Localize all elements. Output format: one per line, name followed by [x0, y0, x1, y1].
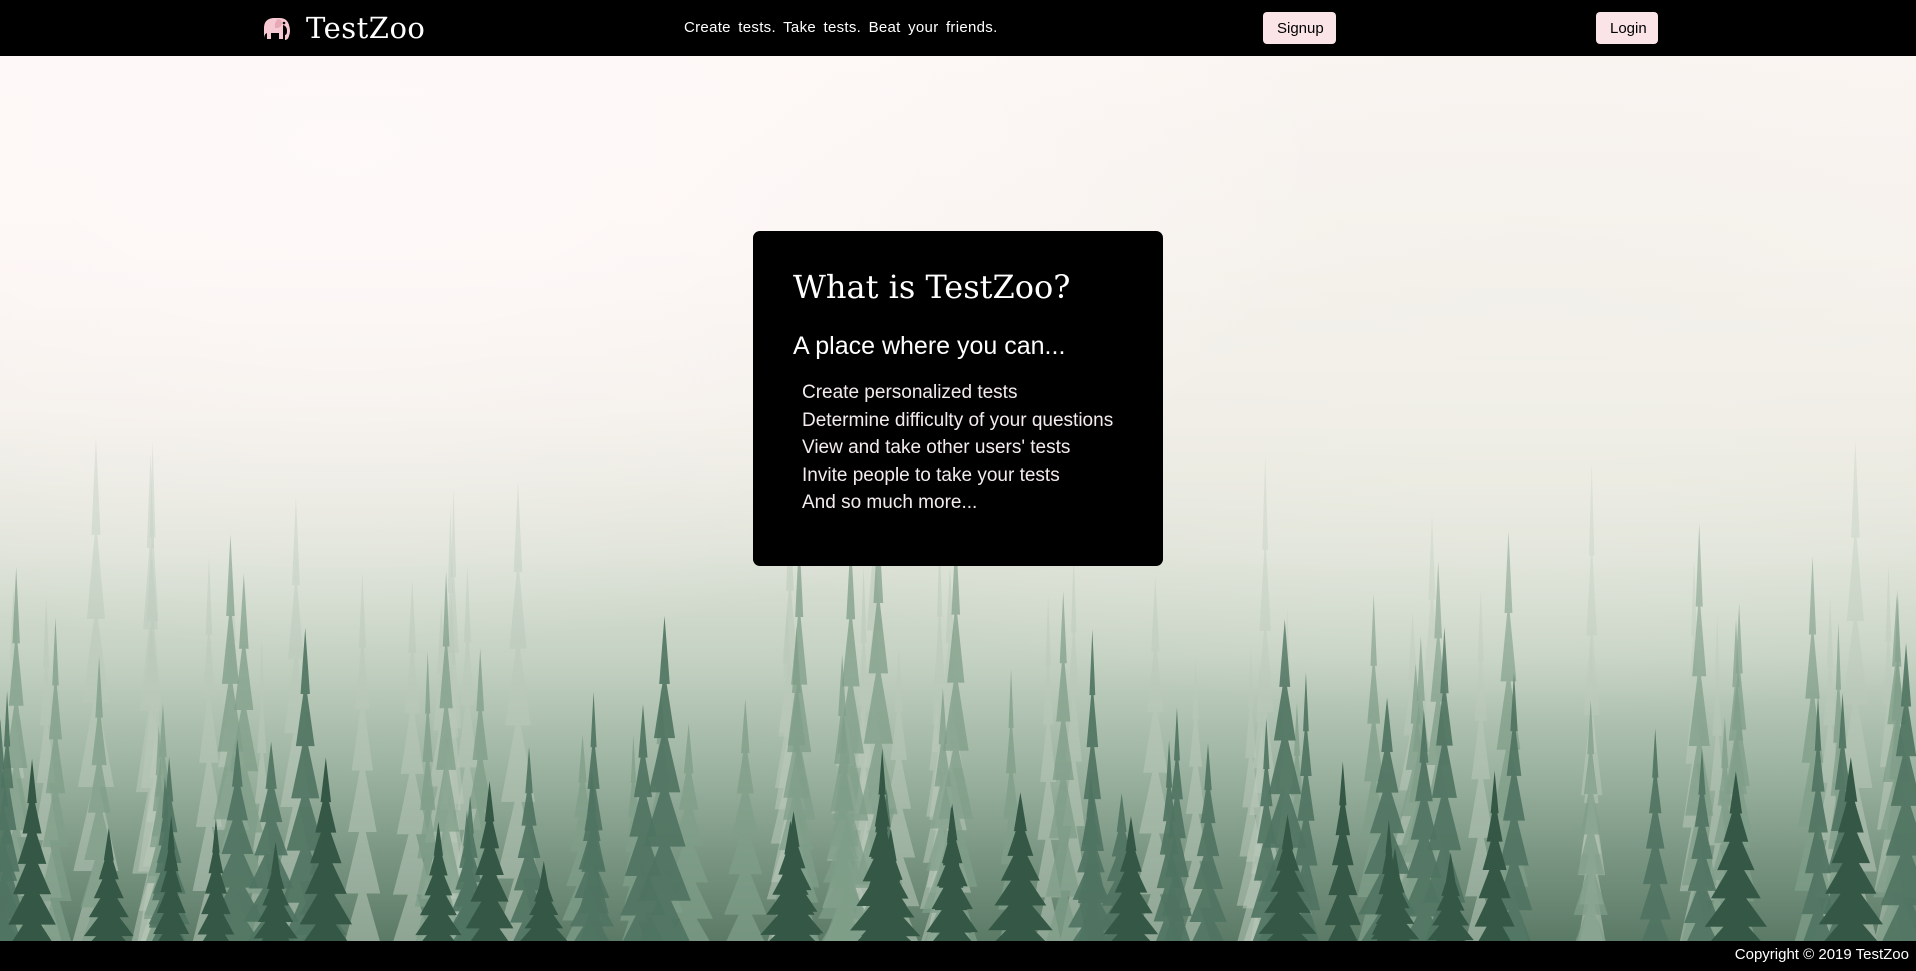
- pine-tree-decoration: [1324, 761, 1361, 941]
- card-subtitle: A place where you can...: [793, 332, 1066, 360]
- feature-list: Create personalized tests Determine diff…: [802, 379, 1123, 517]
- card-title: What is TestZoo?: [793, 268, 1071, 306]
- pine-tree-decoration: [1573, 699, 1608, 941]
- elephant-icon: [264, 18, 290, 40]
- pine-tree-decoration: [763, 811, 824, 941]
- brand-name: TestZoo: [306, 11, 426, 45]
- signup-button[interactable]: Signup: [1263, 12, 1336, 44]
- footer: Copyright © 2019 TestZoo: [0, 941, 1916, 971]
- feature-item: Determine difficulty of your questions: [802, 409, 1114, 431]
- pine-tree-decoration: [724, 698, 767, 941]
- copyright-text: Copyright © 2019 TestZoo: [1734, 946, 1909, 963]
- pine-tree-decoration: [1639, 728, 1671, 941]
- pine-tree-decoration: [344, 571, 381, 941]
- brand-home-link[interactable]: TestZoo: [258, 6, 425, 50]
- feature-item: Invite people to take your tests: [802, 464, 1060, 486]
- feature-item: And so much more...: [802, 492, 978, 513]
- pine-tree-decoration: [1077, 629, 1107, 941]
- top-navbar: TestZoo Create tests. Take tests. Beat y…: [0, 0, 1916, 56]
- tagline: Create tests. Take tests. Beat your frie…: [684, 19, 998, 36]
- about-card: What is TestZoo? A place where you can..…: [753, 231, 1163, 566]
- feature-item: Create personalized tests: [802, 382, 1018, 403]
- feature-item: View and take other users' tests: [802, 437, 1071, 458]
- login-button[interactable]: Login: [1596, 12, 1658, 44]
